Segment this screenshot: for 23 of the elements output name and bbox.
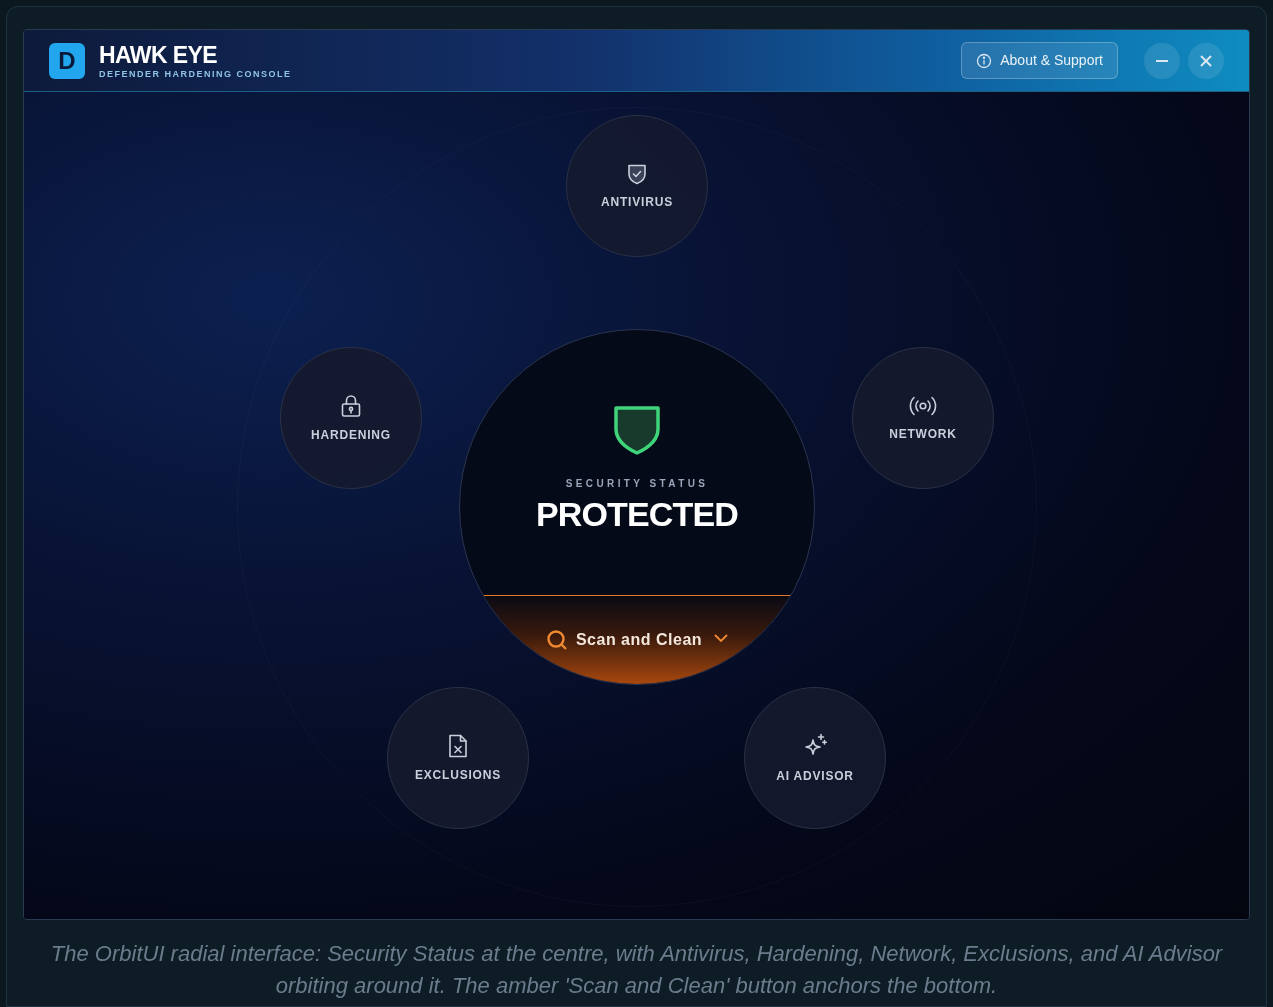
orbit-node-button[interactable]: EXCLUSIONS — [387, 687, 529, 829]
orbit-node-button[interactable]: ANTIVIRUS — [566, 115, 708, 257]
status-value: PROTECTED — [536, 494, 738, 534]
broadcast-icon — [909, 395, 937, 417]
status-label: SECURITY STATUS — [565, 477, 709, 491]
shield-icon — [612, 405, 662, 455]
caption-text: The OrbitUI radial interface: Security Status at the centre, with Antivirus, Hardening, Network, Exclusions, and AI Advisor orbiting around it. The amber 'Scan and Clean' button anchors the bottom. — [49, 940, 1224, 1000]
chevron-down-icon — [714, 634, 729, 643]
padlock-icon — [340, 394, 362, 418]
app-subtitle: DEFENDER HARDENING CONSOLE — [99, 67, 292, 80]
app-title: HAWK EYE — [99, 41, 219, 68]
search-icon — [545, 629, 568, 651]
close-button[interactable] — [1188, 42, 1224, 79]
minimize-icon — [1156, 59, 1168, 62]
about-support-button[interactable]: About & Support — [961, 42, 1118, 79]
app-logo: D — [49, 42, 85, 79]
orbit-node-button[interactable]: AI ADVISOR — [744, 687, 886, 829]
file-x-icon — [448, 734, 468, 758]
orbit-node-button[interactable]: NETWORK — [852, 347, 994, 489]
info-icon — [976, 52, 993, 69]
close-icon — [1200, 54, 1212, 67]
shield-check-icon — [626, 163, 648, 185]
orbit-node-button[interactable]: HARDENING — [280, 347, 422, 489]
